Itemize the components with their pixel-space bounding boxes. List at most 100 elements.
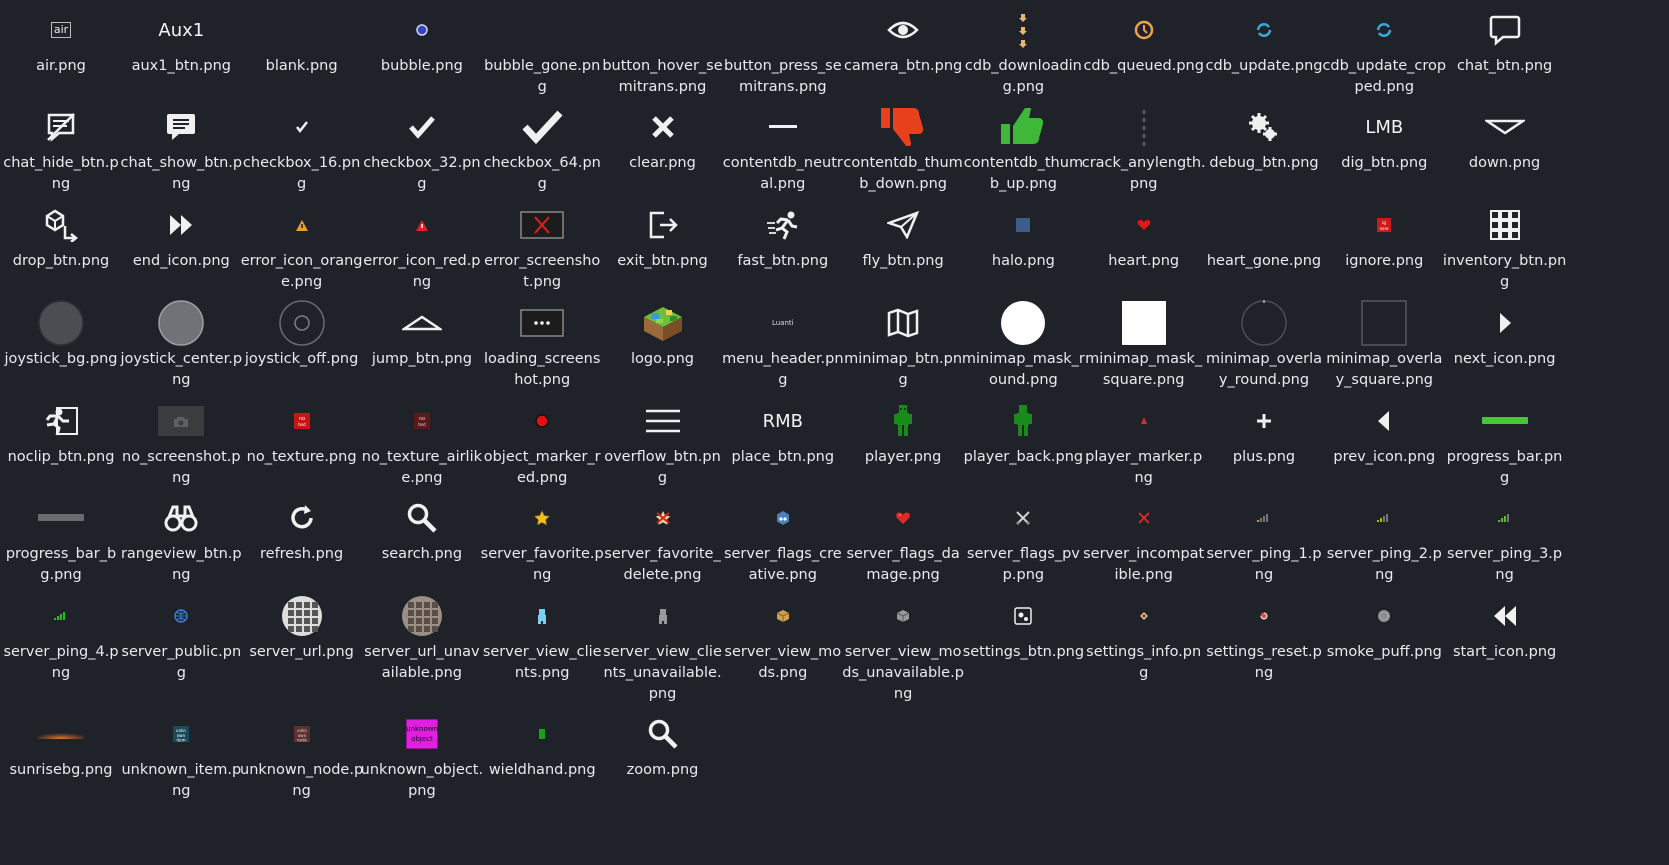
file-name-label: smoke_puff.png (1326, 644, 1442, 660)
file-name-label: crack_anylength.png (1081, 155, 1206, 192)
server-url-icon (238, 596, 366, 636)
no-texture-icon: no text (238, 403, 366, 439)
file-name-label: fly_btn.png (862, 253, 944, 269)
contentdb-thumb-down-icon (839, 108, 967, 146)
file-name-label: halo.png (991, 253, 1055, 269)
checkbox-16-icon (238, 109, 366, 145)
error-screenshot-icon (478, 207, 606, 243)
unknown-node-icon: unkn own node (238, 716, 366, 752)
clear-icon (599, 109, 727, 145)
sunrisebg-icon (0, 716, 125, 752)
minimap-overlay-square-icon (1320, 300, 1448, 346)
file-name-label: prev_icon.png (1333, 449, 1436, 465)
file-name-label: chat_show_btn.png (120, 155, 243, 192)
file-name-label: overflow_btn.png (604, 449, 721, 486)
file-name-label: server_ping_1.png (1206, 546, 1322, 583)
jump-btn-icon (358, 305, 486, 341)
file-name-label: no_texture.png (246, 449, 357, 465)
file-name-label: camera_btn.png (843, 58, 963, 74)
server-ping-3-icon (1441, 500, 1569, 536)
file-name-label: refresh.png (260, 546, 344, 562)
file-name-label: jump_btn.png (371, 351, 472, 367)
chat-show-btn-icon (117, 109, 245, 145)
cdb-update-icon (1200, 12, 1328, 48)
joystick-center-icon (117, 300, 245, 346)
file-name-label: contentdb_thumb_down.png (843, 155, 963, 192)
file-name-label: minimap_mask_square.png (1085, 351, 1203, 388)
file-name-label: error_icon_red.png (363, 253, 481, 290)
svg-text:unknown: unknown (406, 725, 438, 733)
server-ping-2-icon (1320, 500, 1448, 536)
progress-bar-bg-icon (0, 500, 125, 536)
file-name-label: ignore.png (1345, 253, 1424, 269)
file-name-label: end_icon.png (132, 253, 230, 269)
inventory-btn-icon (1441, 207, 1569, 243)
minimap-mask-round-icon (959, 301, 1087, 345)
server-ping-1-icon (1200, 500, 1328, 536)
file-name-label: server_url_unavailable.png (364, 644, 480, 681)
file-name-label: menu_header.png (722, 351, 844, 388)
plus-icon (1200, 403, 1328, 439)
server-url-unavailable-icon (358, 596, 486, 636)
chat-hide-btn-icon (0, 109, 125, 145)
chat-btn-icon (1441, 12, 1569, 48)
file-name-label: server_view_mods_unavailable.png (842, 644, 964, 702)
object-marker-red-icon (478, 403, 606, 439)
crack-anylength-icon (1080, 109, 1208, 147)
file-name-label: rangeview_btn.png (120, 546, 242, 583)
file-name-label: cdb_update_cropped.png (1322, 58, 1447, 95)
start-icon-icon (1441, 598, 1569, 634)
fly-btn-icon (839, 207, 967, 243)
file-name-label: minimap_overlay_square.png (1326, 351, 1443, 388)
server-view-mods-icon (719, 598, 847, 634)
drop-btn-icon (0, 207, 125, 243)
file-name-label: heart_gone.png (1206, 253, 1322, 269)
server-public-icon (117, 598, 245, 634)
no-screenshot-icon (117, 403, 245, 439)
file-name-label: plus.png (1232, 449, 1296, 465)
noclip-btn-icon (0, 403, 125, 439)
server-flags-damage-icon (839, 500, 967, 536)
server-view-mods-unavailable-icon (839, 598, 967, 634)
end-icon-icon (117, 207, 245, 243)
wieldhand-icon (478, 716, 606, 752)
file-name-label: down.png (1468, 155, 1541, 171)
file-name-label: progress_bar_bg.png (5, 546, 117, 583)
file-name-label: noclip_btn.png (7, 449, 115, 465)
file-name-label: server_favorite_delete.png (604, 546, 721, 583)
file-name-label: button_hover_semitrans.png (602, 58, 723, 95)
smoke-puff-icon (1320, 598, 1448, 634)
error-icon-red-icon (358, 207, 486, 243)
file-name-label: error_screenshot.png (484, 253, 601, 290)
file-name-label: minimap_overlay_round.png (1205, 351, 1323, 388)
file-name-label: start_icon.png (1452, 644, 1557, 660)
file-name-label: button_press_semitrans.png (723, 58, 842, 95)
file-name-label: loading_screenshot.png (483, 351, 601, 388)
file-name-label: player.png (864, 449, 942, 465)
file-name-label: blank.png (265, 58, 338, 74)
file-name-label: heart.png (1108, 253, 1180, 269)
logo-icon (599, 305, 727, 341)
server-incompatible-icon (1080, 500, 1208, 536)
server-flags-creative-icon (719, 500, 847, 536)
cdb-queued-icon (1080, 12, 1208, 48)
file-name-label: server_url.png (249, 644, 354, 660)
file-name-label: checkbox_32.png (363, 155, 481, 192)
settings-info-icon (1080, 598, 1208, 634)
ignore-icon: ig nore (1320, 207, 1448, 243)
server-flags-pvp-icon (959, 500, 1087, 536)
place-btn-icon: RMB (762, 410, 803, 432)
file-name-label: chat_btn.png (1456, 58, 1553, 74)
file-name-label: contentdb_thumb_up.png (963, 155, 1084, 192)
file-name-label: no_texture_airlike.png (361, 449, 483, 486)
file-name-label: object_marker_red.png (483, 449, 601, 486)
air-icon: air (0, 12, 125, 48)
halo-icon (959, 207, 1087, 243)
file-name-label: debug_btn.png (1209, 155, 1319, 171)
file-name-label: zoom.png (626, 762, 699, 778)
file-name-label: wieldhand.png (488, 762, 596, 778)
file-name-label: unknown_object.png (360, 762, 484, 799)
file-name-label: server_view_clients_unavailable.png (603, 644, 722, 702)
file-name-label: player_marker.png (1085, 449, 1203, 486)
file-name-label: chat_hide_btn.png (3, 155, 119, 192)
